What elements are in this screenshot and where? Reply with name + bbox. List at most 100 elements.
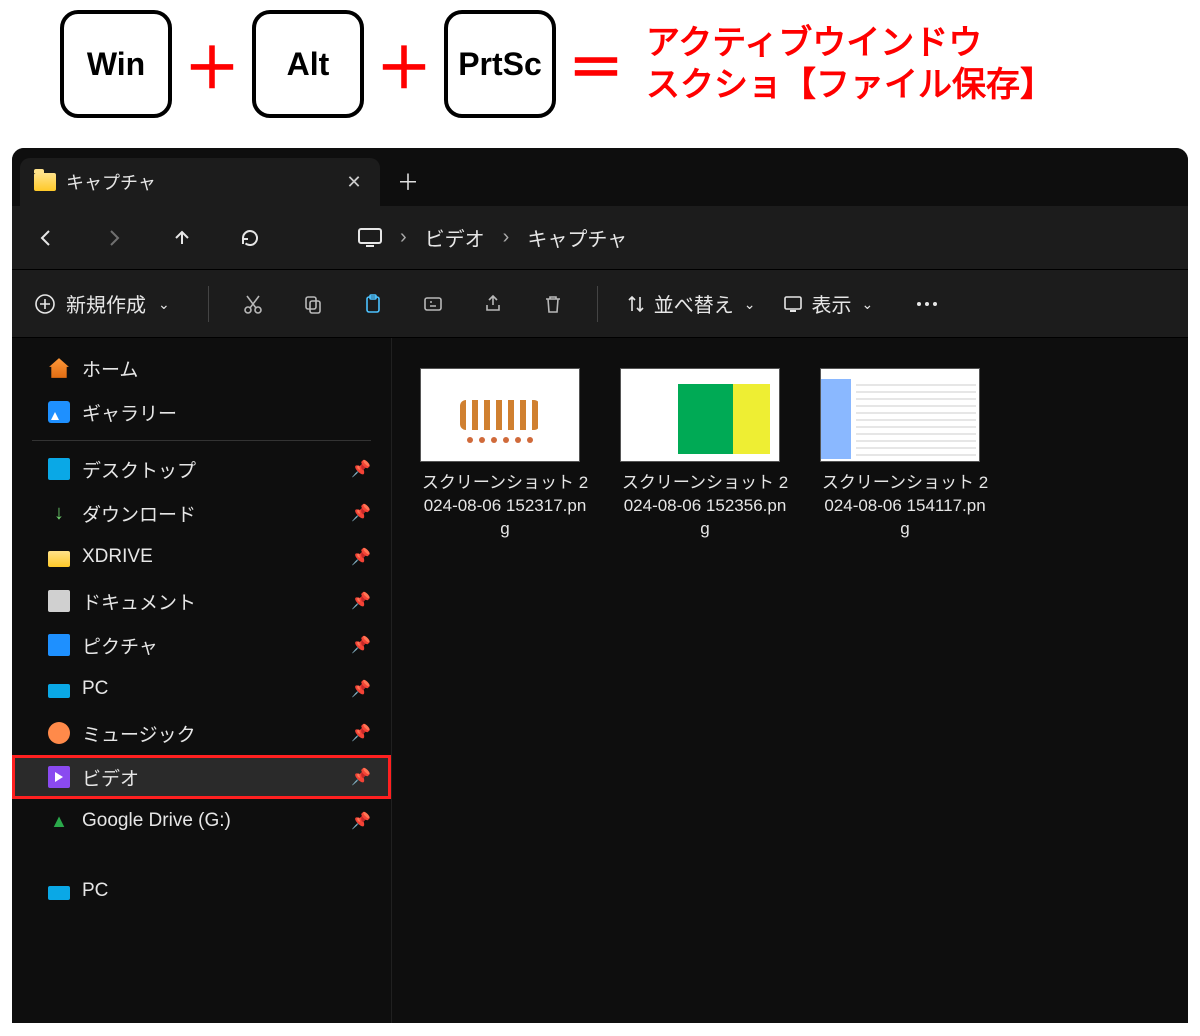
sort-button-label: 並べ替え — [654, 289, 734, 318]
sidebar-item-label: ビデオ — [82, 764, 139, 791]
sidebar-item-label: デスクトップ — [82, 456, 196, 483]
file-item[interactable]: スクリーンショット 2024-08-06 154117.png — [820, 368, 990, 541]
pin-icon: 📌 — [351, 767, 371, 787]
delete-button[interactable] — [537, 288, 569, 320]
up-button[interactable] — [166, 222, 198, 254]
new-tab-button[interactable]: ＋ — [388, 165, 428, 197]
window-tab[interactable]: キャプチャ ✕ — [20, 158, 380, 206]
toolbar-divider — [208, 286, 209, 322]
file-thumbnail — [620, 368, 780, 462]
file-name: スクリーンショット 2024-08-06 152356.png — [620, 472, 790, 541]
forward-button[interactable] — [98, 222, 130, 254]
chevron-down-icon — [156, 292, 170, 315]
sidebar-item-music[interactable]: ミュージック 📌 — [12, 711, 391, 755]
sidebar-item-label: ピクチャ — [82, 632, 158, 659]
download-icon — [48, 502, 70, 524]
new-button-label: 新規作成 — [66, 289, 146, 318]
sidebar-item-pc[interactable]: PC 📌 — [12, 667, 391, 711]
file-name: スクリーンショット 2024-08-06 152317.png — [420, 472, 590, 541]
file-name: スクリーンショット 2024-08-06 154117.png — [820, 472, 990, 541]
sidebar-item-label: ギャラリー — [82, 399, 177, 426]
copy-button[interactable] — [297, 288, 329, 320]
file-explorer-window: キャプチャ ✕ ＋ › ビデオ › キャプチャ — [12, 148, 1188, 1023]
pin-icon: 📌 — [351, 503, 371, 523]
pin-icon: 📌 — [351, 679, 371, 699]
pin-icon: 📌 — [351, 591, 371, 611]
pictures-icon — [48, 634, 70, 656]
sidebar-item-gallery[interactable]: ギャラリー — [12, 390, 391, 434]
view-button[interactable]: 表示 — [783, 289, 873, 318]
rename-button[interactable] — [417, 288, 449, 320]
sidebar-item-label: Google Drive (G:) — [82, 810, 231, 832]
view-button-label: 表示 — [811, 289, 851, 318]
shortcut-description: アクティブウインドウ スクショ【ファイル保存】 — [646, 22, 1054, 107]
sidebar-item-downloads[interactable]: ダウンロード 📌 — [12, 491, 391, 535]
folder-icon — [48, 551, 70, 567]
toolbar-divider — [597, 286, 598, 322]
file-item[interactable]: スクリーンショット 2024-08-06 152317.png — [420, 368, 590, 541]
close-tab-button[interactable]: ✕ — [342, 172, 366, 193]
sidebar: ホーム ギャラリー デスクトップ 📌 ダウンロード 📌 XDRIVE 📌 — [12, 338, 392, 1023]
pc-icon — [48, 684, 70, 698]
file-item[interactable]: スクリーンショット 2024-08-06 152356.png — [620, 368, 790, 541]
video-icon — [48, 766, 70, 788]
back-button[interactable] — [30, 222, 62, 254]
sidebar-item-label: ダウンロード — [82, 500, 196, 527]
titlebar: キャプチャ ✕ ＋ — [12, 148, 1188, 206]
sidebar-item-pictures[interactable]: ピクチャ 📌 — [12, 623, 391, 667]
file-grid[interactable]: スクリーンショット 2024-08-06 152317.png スクリーンショッ… — [392, 338, 1188, 1023]
sort-button[interactable]: 並べ替え — [626, 289, 756, 318]
desktop-icon — [48, 458, 70, 480]
pin-icon: 📌 — [351, 547, 371, 567]
sidebar-item-label: XDRIVE — [82, 546, 153, 568]
paste-button[interactable] — [357, 288, 389, 320]
sidebar-item-home[interactable]: ホーム — [12, 346, 391, 390]
document-icon — [48, 590, 70, 612]
tab-title: キャプチャ — [66, 169, 332, 195]
pin-icon: 📌 — [351, 811, 371, 831]
explorer-body: ホーム ギャラリー デスクトップ 📌 ダウンロード 📌 XDRIVE 📌 — [12, 338, 1188, 1023]
breadcrumb-segment-video[interactable]: ビデオ — [425, 223, 485, 252]
shortcut-banner: Win ＋ Alt ＋ PrtSc ＝ アクティブウインドウ スクショ【ファイル… — [0, 0, 1200, 148]
key-prtsc: PrtSc — [444, 10, 556, 118]
breadcrumb-separator: › — [503, 226, 510, 249]
sidebar-item-label: PC — [82, 678, 108, 700]
cut-button[interactable] — [237, 288, 269, 320]
file-thumbnail — [820, 368, 980, 462]
plus-icon: ＋ — [376, 24, 432, 105]
sidebar-item-video[interactable]: ビデオ 📌 — [12, 755, 391, 799]
breadcrumb[interactable]: › ビデオ › キャプチャ — [358, 223, 627, 252]
google-drive-icon — [48, 810, 70, 832]
sidebar-item-label: ドキュメント — [82, 588, 196, 615]
folder-icon — [34, 173, 56, 191]
navigation-bar: › ビデオ › キャプチャ — [12, 206, 1188, 270]
equals-icon: ＝ — [568, 24, 624, 105]
pin-icon: 📌 — [351, 723, 371, 743]
more-button[interactable] — [911, 288, 943, 320]
sidebar-item-label: PC — [82, 880, 108, 902]
music-icon — [48, 722, 70, 744]
sidebar-separator — [32, 440, 371, 441]
sidebar-item-label: ホーム — [82, 355, 138, 382]
pin-icon: 📌 — [351, 635, 371, 655]
home-icon — [48, 357, 70, 379]
key-alt: Alt — [252, 10, 364, 118]
file-thumbnail — [420, 368, 580, 462]
pc-icon — [48, 886, 70, 900]
new-button[interactable]: 新規作成 — [34, 289, 180, 318]
this-pc-icon[interactable] — [358, 228, 382, 248]
breadcrumb-segment-capture[interactable]: キャプチャ — [527, 223, 627, 252]
sidebar-item-documents[interactable]: ドキュメント 📌 — [12, 579, 391, 623]
chevron-down-icon — [742, 292, 756, 315]
gallery-icon — [48, 401, 70, 423]
refresh-button[interactable] — [234, 222, 266, 254]
share-button[interactable] — [477, 288, 509, 320]
sidebar-item-xdrive[interactable]: XDRIVE 📌 — [12, 535, 391, 579]
chevron-down-icon — [859, 292, 873, 315]
sidebar-item-desktop[interactable]: デスクトップ 📌 — [12, 447, 391, 491]
plus-icon: ＋ — [184, 24, 240, 105]
pin-icon: 📌 — [351, 459, 371, 479]
toolbar: 新規作成 並べ替え 表示 — [12, 270, 1188, 338]
sidebar-item-gdrive[interactable]: Google Drive (G:) 📌 — [12, 799, 391, 843]
sidebar-item-this-pc[interactable]: PC — [12, 869, 391, 913]
